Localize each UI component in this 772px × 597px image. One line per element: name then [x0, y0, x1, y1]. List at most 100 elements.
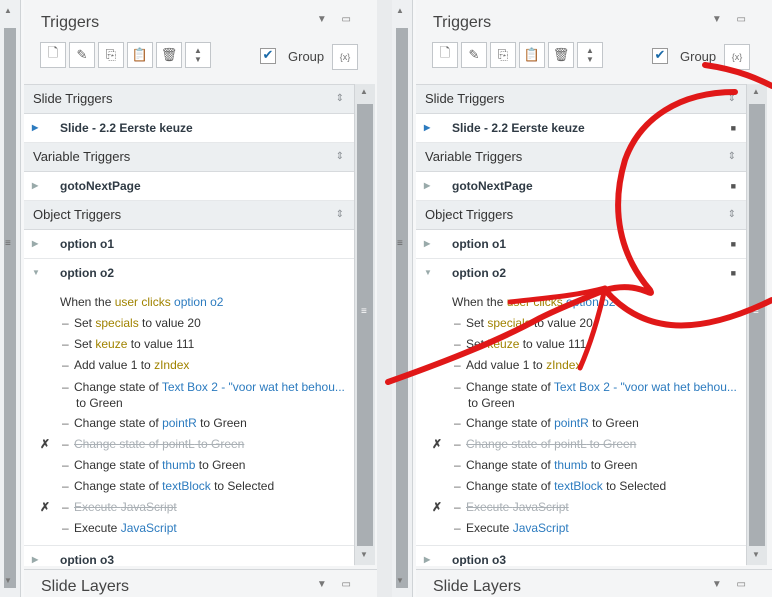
expand-arrow-icon[interactable]: ▶ — [32, 546, 38, 566]
action-change-pointl-disabled[interactable]: ✗ – Change state of pointL to Green — [24, 434, 354, 455]
copy-trigger-button[interactable]: ⎘ — [98, 42, 124, 68]
action-change-thumb[interactable]: – Change state of thumb to Green — [416, 455, 746, 476]
action-set-keuze[interactable]: – Set keuze to value 111 — [416, 334, 746, 355]
left-scroll-strip[interactable]: ▲ ≡ ▼ — [0, 0, 21, 597]
sort-icon[interactable]: ⇕ — [336, 85, 344, 113]
delete-trigger-button[interactable]: 🗑 — [156, 42, 182, 68]
panel-menu-icons[interactable]: ▼ ▭ — [712, 14, 752, 25]
group-toggle[interactable]: ✔ Group — [652, 48, 716, 64]
action-execute-javascript-disabled[interactable]: ✗ – Execute JavaScript — [24, 497, 354, 518]
new-trigger-button[interactable]: 🗋 — [40, 42, 66, 68]
trigger-item-option-o1[interactable]: ▶ option o1 — [24, 230, 354, 259]
scroll-down-icon[interactable]: ▼ — [360, 550, 368, 559]
disabled-action-icon[interactable]: ✗ — [432, 497, 442, 518]
scroll-up-icon[interactable]: ▲ — [752, 87, 760, 96]
left-scrollbar-thumb[interactable] — [4, 28, 16, 588]
paste-trigger-button[interactable]: 📋 — [127, 42, 153, 68]
slide-layers-header[interactable]: Slide Layers ▼ ▭ — [416, 569, 772, 597]
left-scroll-strip[interactable]: ▲ ≡ ▼ — [392, 0, 413, 597]
collapse-arrow-icon[interactable]: ▼ — [424, 259, 432, 287]
panel-menu-icons[interactable]: ▼ ▭ — [712, 579, 752, 590]
collapse-arrow-icon[interactable]: ▼ — [32, 259, 40, 287]
section-object-triggers[interactable]: Object Triggers ⇕ — [416, 201, 746, 230]
sort-icon[interactable]: ⇕ — [728, 201, 736, 229]
move-up-down-button[interactable]: ▲ ▼ — [577, 42, 603, 68]
action-change-thumb[interactable]: – Change state of thumb to Green — [24, 455, 354, 476]
panel-menu-icons[interactable]: ▼ ▭ — [317, 14, 357, 25]
trigger-item-option-o1[interactable]: ▶ option o1 ■ — [416, 230, 746, 259]
scroll-up-icon[interactable]: ▲ — [396, 6, 404, 15]
sort-icon[interactable]: ⇕ — [336, 201, 344, 229]
group-checkbox[interactable]: ✔ — [652, 48, 668, 64]
section-slide-triggers[interactable]: Slide Triggers ⇕ — [24, 85, 354, 114]
scroll-up-icon[interactable]: ▲ — [4, 6, 12, 15]
action-set-specials[interactable]: – Set specials to value 20 — [416, 313, 746, 334]
section-variable-triggers[interactable]: Variable Triggers ⇕ — [24, 143, 354, 172]
sort-icon[interactable]: ⇕ — [728, 143, 736, 171]
paste-trigger-button[interactable]: 📋 — [519, 42, 545, 68]
move-up-down-button[interactable]: ▲ ▼ — [185, 42, 211, 68]
expand-arrow-icon[interactable]: ▶ — [32, 172, 38, 200]
trigger-item-variable[interactable]: ▶ gotoNextPage — [24, 172, 354, 201]
action-change-textbox2[interactable]: – Change state of Text Box 2 - "voor wat … — [24, 376, 354, 413]
delete-trigger-button[interactable]: 🗑 — [548, 42, 574, 68]
trigger-item-option-o3[interactable]: ▶ option o3 — [416, 546, 746, 566]
edit-trigger-button[interactable]: ✎ — [69, 42, 95, 68]
group-toggle[interactable]: ✔ Group — [260, 48, 324, 64]
tree-scrollbar[interactable]: ▲ ≡ ▼ — [354, 84, 375, 565]
action-add-zindex[interactable]: – Add value 1 to zIndex — [24, 355, 354, 376]
edit-trigger-button[interactable]: ✎ — [461, 42, 487, 68]
action-change-pointl-disabled[interactable]: ✗ – Change state of pointL to Green — [416, 434, 746, 455]
action-execute-javascript[interactable]: – Execute JavaScript — [416, 518, 746, 539]
expand-arrow-icon[interactable]: ▶ — [32, 114, 38, 142]
expand-arrow-icon[interactable]: ▶ — [424, 546, 430, 566]
trigger-item-slide[interactable]: ▶ Slide - 2.2 Eerste keuze ■ — [416, 114, 746, 143]
variables-button[interactable]: {x} — [332, 44, 358, 70]
disabled-action-icon[interactable]: ✗ — [40, 497, 50, 518]
action-execute-javascript-disabled[interactable]: ✗ – Execute JavaScript — [416, 497, 746, 518]
scroll-up-icon[interactable]: ▲ — [360, 87, 368, 96]
trigger-condition[interactable]: When the user clicks option o2 — [24, 291, 354, 313]
expand-arrow-icon[interactable]: ▶ — [424, 230, 430, 258]
section-variable-triggers[interactable]: Variable Triggers ⇕ — [416, 143, 746, 172]
slide-layers-header[interactable]: Slide Layers ▼ ▭ — [24, 569, 377, 597]
trigger-item-slide[interactable]: ▶ Slide - 2.2 Eerste keuze — [24, 114, 354, 143]
left-scrollbar-thumb[interactable] — [396, 28, 408, 588]
action-change-pointr[interactable]: – Change state of pointR to Green — [416, 413, 746, 434]
action-change-pointr[interactable]: – Change state of pointR to Green — [24, 413, 354, 434]
action-change-textbox2[interactable]: – Change state of Text Box 2 - "voor wat … — [416, 376, 746, 413]
sort-icon[interactable]: ⇕ — [728, 85, 736, 113]
group-label: Group — [680, 48, 717, 64]
trigger-item-option-o2[interactable]: ▼ option o2 ■ — [416, 259, 746, 287]
tree-scrollbar-thumb[interactable] — [749, 104, 765, 546]
variables-button[interactable]: {x} — [724, 44, 750, 70]
panel-menu-icons[interactable]: ▼ ▭ — [317, 579, 357, 590]
section-slide-triggers[interactable]: Slide Triggers ⇕ — [416, 85, 746, 114]
triggers-pane-original: ▲ ≡ ▼ Triggers ▼ ▭ 🗋 ✎ ⎘ 📋 🗑 ▲ ▼ ✔ Group … — [0, 0, 377, 597]
group-checkbox[interactable]: ✔ — [260, 48, 276, 64]
trigger-item-option-o3[interactable]: ▶ option o3 — [24, 546, 354, 566]
action-set-specials[interactable]: – Set specials to value 20 — [24, 313, 354, 334]
expand-arrow-icon[interactable]: ▶ — [424, 172, 430, 200]
section-object-triggers[interactable]: Object Triggers ⇕ — [24, 201, 354, 230]
scroll-down-icon[interactable]: ▼ — [396, 576, 404, 585]
copy-trigger-button[interactable]: ⎘ — [490, 42, 516, 68]
action-execute-javascript[interactable]: – Execute JavaScript — [24, 518, 354, 539]
new-trigger-button[interactable]: 🗋 — [432, 42, 458, 68]
trigger-condition[interactable]: When the user clicks option o2 — [416, 291, 746, 313]
disabled-action-icon[interactable]: ✗ — [432, 434, 442, 455]
scroll-down-icon[interactable]: ▼ — [752, 550, 760, 559]
scroll-down-icon[interactable]: ▼ — [4, 576, 12, 585]
disabled-action-icon[interactable]: ✗ — [40, 434, 50, 455]
action-change-textblock[interactable]: – Change state of textBlock to Selected — [416, 476, 746, 497]
trigger-item-option-o2[interactable]: ▼ option o2 — [24, 259, 354, 287]
sort-icon[interactable]: ⇕ — [336, 143, 344, 171]
action-change-textblock[interactable]: – Change state of textBlock to Selected — [24, 476, 354, 497]
action-set-keuze[interactable]: – Set keuze to value 111 — [24, 334, 354, 355]
tree-scrollbar[interactable]: ▲ ≡ ▼ — [746, 84, 767, 565]
expand-arrow-icon[interactable]: ▶ — [32, 230, 38, 258]
expand-arrow-icon[interactable]: ▶ — [424, 114, 430, 142]
tree-scrollbar-thumb[interactable] — [357, 104, 373, 546]
action-add-zindex[interactable]: – Add value 1 to zIndex — [416, 355, 746, 376]
trigger-item-variable[interactable]: ▶ gotoNextPage ■ — [416, 172, 746, 201]
